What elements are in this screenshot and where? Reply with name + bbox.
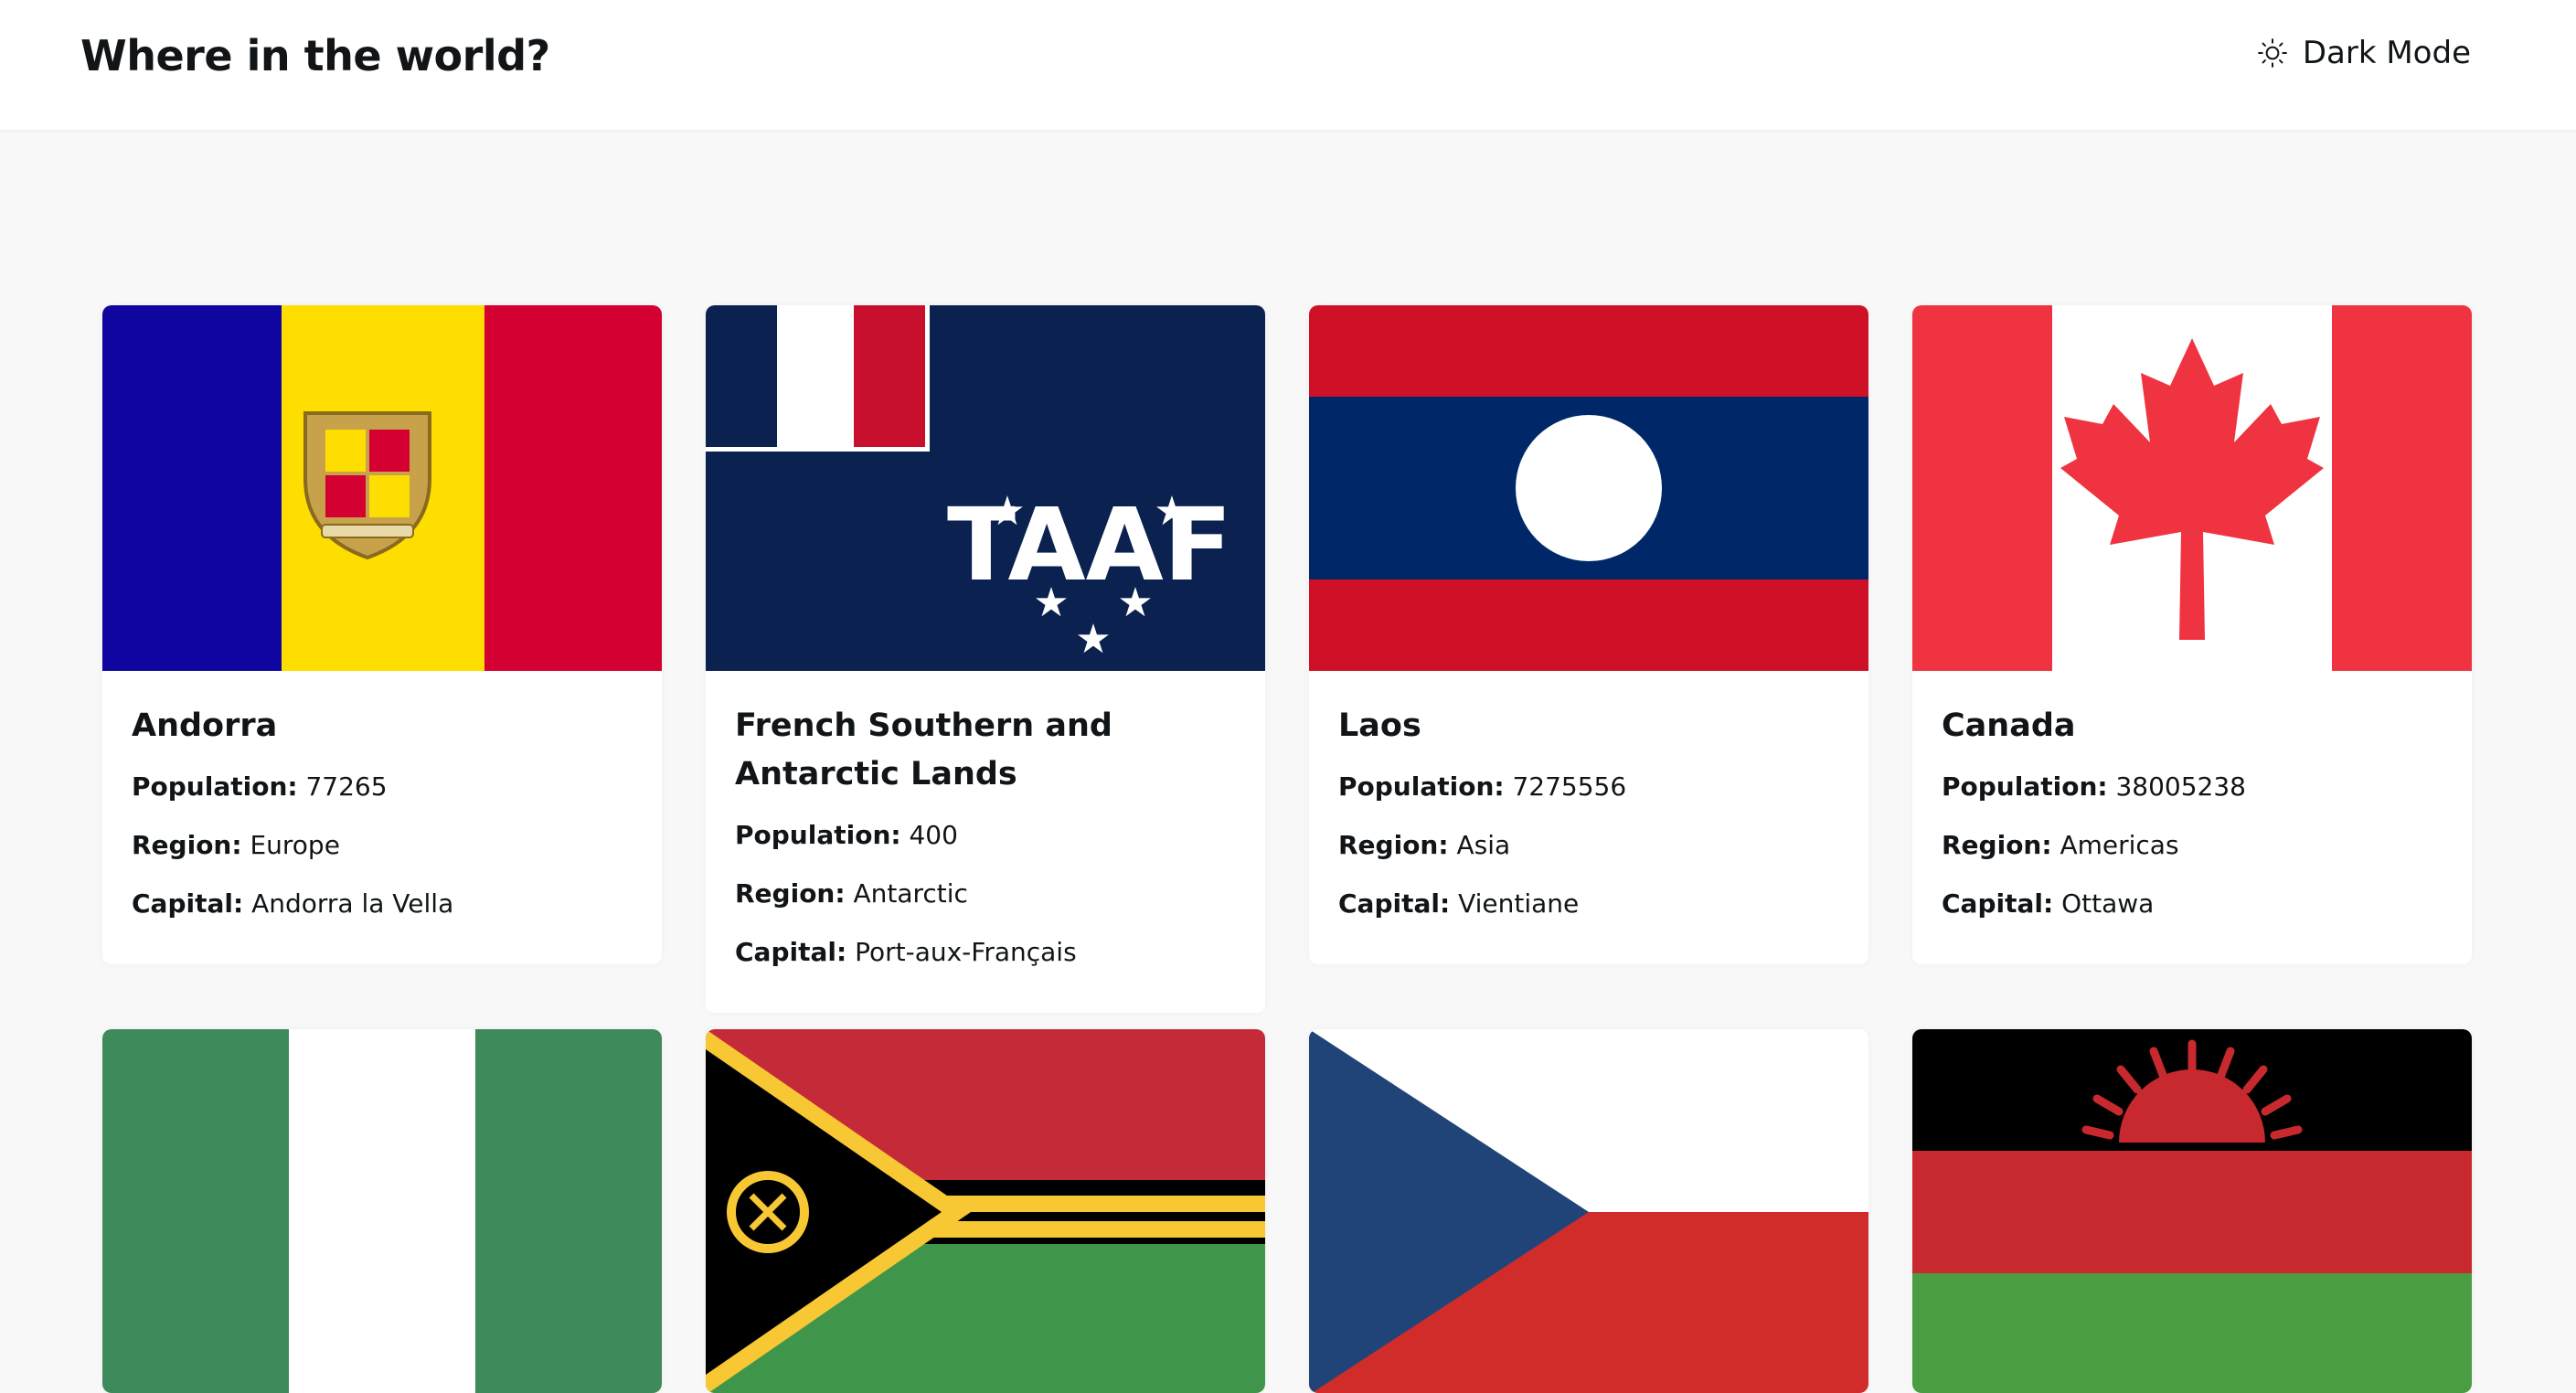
population-value: 77265 <box>305 771 388 802</box>
top-header: Where in the world? Dark Mode <box>0 0 2576 130</box>
region-row: Region: Americas <box>1942 816 2443 875</box>
country-card-vanuatu[interactable] <box>706 1029 1265 1393</box>
flag-image-malawi <box>1912 1029 2472 1393</box>
capital-value: Andorra la Vella <box>251 888 454 919</box>
region-label: Region: <box>1942 830 2052 860</box>
capital-label: Capital: <box>132 888 244 919</box>
region-value: Asia <box>1456 830 1511 860</box>
capital-row: Capital: Andorra la Vella <box>132 875 633 933</box>
country-card-andorra[interactable]: Andorra Population: 77265 Region: Europe… <box>102 305 662 964</box>
flag-image-canada <box>1912 305 2472 671</box>
country-card-nigeria[interactable] <box>102 1029 662 1393</box>
population-value: 38005238 <box>2115 771 2246 802</box>
region-value: Europe <box>250 830 340 860</box>
population-row: Population: 77265 <box>132 758 633 816</box>
page-title: Where in the world? <box>80 31 550 80</box>
capital-label: Capital: <box>735 937 847 967</box>
dark-mode-toggle[interactable]: Dark Mode <box>2257 35 2471 71</box>
population-row: Population: 7275556 <box>1338 758 1839 816</box>
flag-image-czechia <box>1309 1029 1868 1393</box>
population-label: Population: <box>132 771 298 802</box>
dark-mode-label: Dark Mode <box>2302 35 2471 71</box>
population-row: Population: 38005238 <box>1942 758 2443 816</box>
svg-text:★: ★ <box>989 488 1025 535</box>
region-value: Americas <box>2060 830 2179 860</box>
svg-text:★: ★ <box>1154 488 1189 535</box>
capital-value: Vientiane <box>1458 888 1580 919</box>
region-row: Region: Antarctic <box>735 865 1236 923</box>
country-card-french-southern-lands[interactable]: TAAF ★ ★ ★ ★ ★ French Southern and Antar… <box>706 305 1265 1013</box>
svg-text:★: ★ <box>1117 580 1153 626</box>
country-name: Andorra <box>132 707 278 744</box>
capital-row: Capital: Vientiane <box>1338 875 1839 933</box>
flag-image-french-southern-lands: TAAF ★ ★ ★ ★ ★ <box>706 305 1265 671</box>
country-card-malawi[interactable] <box>1912 1029 2472 1393</box>
region-label: Region: <box>735 878 846 909</box>
region-label: Region: <box>1338 830 1449 860</box>
population-label: Population: <box>1338 771 1505 802</box>
capital-label: Capital: <box>1338 888 1451 919</box>
capital-value: Ottawa <box>2061 888 2155 919</box>
flag-image-nigeria <box>102 1029 662 1393</box>
region-value: Antarctic <box>853 878 968 909</box>
population-label: Population: <box>735 820 901 850</box>
flag-image-laos <box>1309 305 1868 671</box>
capital-row: Capital: Ottawa <box>1942 875 2443 933</box>
population-label: Population: <box>1942 771 2108 802</box>
region-row: Region: Asia <box>1338 816 1839 875</box>
country-name: Canada <box>1942 707 2076 744</box>
sun-icon <box>2257 38 2287 68</box>
country-name: French Southern and Antarctic Lands <box>735 707 1112 792</box>
capital-label: Capital: <box>1942 888 2054 919</box>
svg-text:★: ★ <box>1033 580 1069 626</box>
region-row: Region: Europe <box>132 816 633 875</box>
population-value: 7275556 <box>1512 771 1627 802</box>
svg-text:★: ★ <box>1075 616 1111 663</box>
capital-row: Capital: Port-aux-Français <box>735 923 1236 982</box>
region-label: Region: <box>132 830 242 860</box>
population-row: Population: 400 <box>735 806 1236 865</box>
population-value: 400 <box>909 820 958 850</box>
flag-image-andorra <box>102 305 662 671</box>
flag-image-vanuatu <box>706 1029 1265 1393</box>
country-card-czechia[interactable] <box>1309 1029 1868 1393</box>
country-card-laos[interactable]: Laos Population: 7275556 Region: Asia Ca… <box>1309 305 1868 964</box>
country-card-canada[interactable]: Canada Population: 38005238 Region: Amer… <box>1912 305 2472 964</box>
country-name: Laos <box>1338 707 1421 744</box>
capital-value: Port-aux-Français <box>855 937 1077 967</box>
